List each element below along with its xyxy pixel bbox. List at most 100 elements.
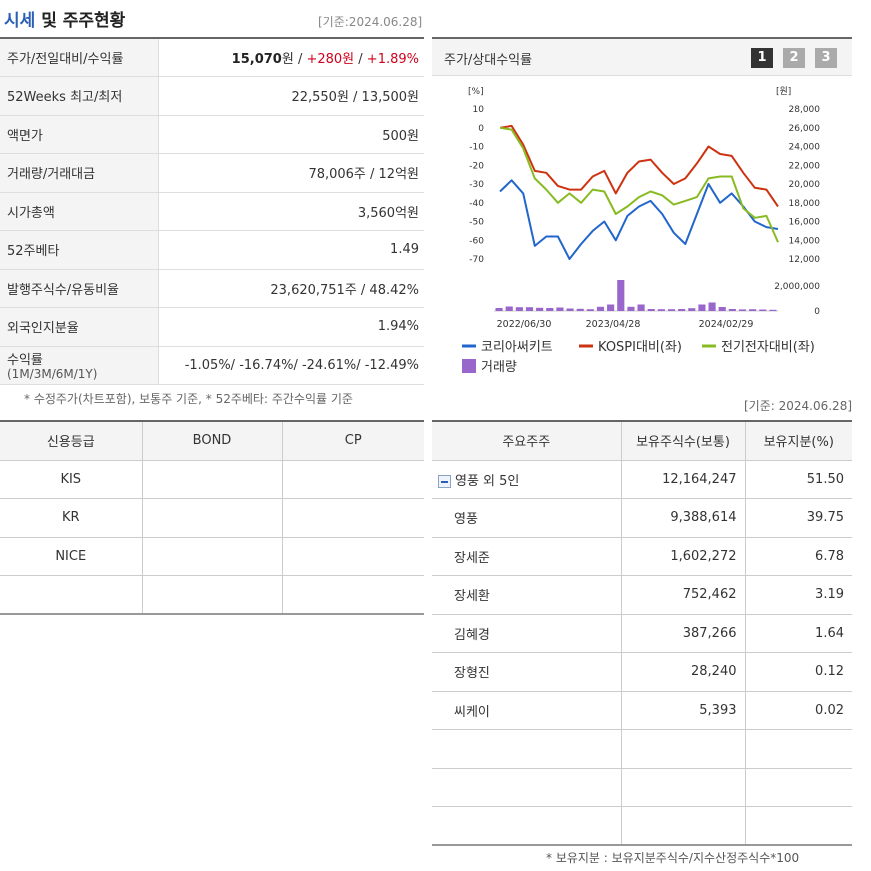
- table-cell: [142, 498, 283, 538]
- x-tick-label: 2023/04/28: [586, 319, 641, 330]
- table-cell: KIS: [0, 460, 143, 499]
- table-row: 발행주식수/유동비율 23,620,751주 / 48.42%: [0, 269, 424, 308]
- table-row: NICE: [0, 537, 424, 576]
- volume-bar: [515, 307, 523, 311]
- volume-bar: [637, 304, 645, 311]
- volume-bar: [546, 308, 554, 311]
- volume-bar: [749, 309, 757, 311]
- row-value: -1.05%/ -16.74%/ -24.61%/ -12.49%: [158, 346, 424, 385]
- shareholder-name: 장세환: [432, 575, 622, 615]
- y-right-tick-label: 12,000: [789, 255, 821, 265]
- shares-cell: 28,240: [621, 652, 746, 692]
- volume-bar: [495, 308, 503, 311]
- column-header: BOND: [142, 421, 283, 461]
- table-cell: [282, 460, 424, 499]
- y-left-tick-label: -60: [469, 236, 484, 246]
- table-row-group: 영풍 외 5인 12,164,247 51.50: [432, 460, 852, 499]
- y-left-tick-label: -20: [469, 161, 484, 171]
- row-value: 1.49: [158, 230, 424, 270]
- shareholder-group-name: 영풍 외 5인: [455, 473, 520, 489]
- base-date: [기준:2024.06.28]: [318, 15, 423, 29]
- shares-cell: 752,462: [621, 575, 746, 615]
- x-tick-label: 2022/06/30: [497, 319, 552, 330]
- column-header: CP: [282, 421, 424, 461]
- table-row: 영풍 9,388,614 39.75: [432, 498, 852, 538]
- shares-cell: [621, 768, 746, 807]
- column-header: 주요주주: [432, 421, 622, 461]
- volume-bar: [627, 306, 635, 311]
- page-title: 시세 및 주주현황: [4, 6, 125, 31]
- volume-bar: [728, 309, 736, 311]
- shares-cell: 9,388,614: [621, 498, 746, 538]
- table-row: 씨케이 5,393 0.02: [432, 691, 852, 730]
- table-row: 장세환 752,462 3.19: [432, 575, 852, 615]
- row-value: 78,006주 / 12억원: [158, 153, 424, 193]
- ratio-cell: [745, 806, 852, 846]
- shareholder-name: [432, 806, 622, 846]
- table-row: 주가/전일대비/수익률 15,070원 / +280원 / +1.89%: [0, 38, 424, 77]
- shares-cell: 5,393: [621, 691, 746, 730]
- shares-cell: 12,164,247: [621, 460, 746, 499]
- ratio-cell: [745, 768, 852, 807]
- x-tick-label: 2024/02/29: [699, 319, 754, 330]
- y-left-tick-label: 10: [473, 105, 485, 115]
- table-cell: [0, 575, 143, 615]
- ratio-cell: 0.12: [745, 652, 852, 692]
- price-note: * 수정주가(차트포함), 보통주 기준, * 52주베타: 주간수익률 기준: [24, 392, 353, 406]
- legend-label: 전기전자대비(좌): [721, 340, 815, 355]
- chart-tab-1[interactable]: 1: [751, 48, 773, 68]
- volume-bar: [678, 309, 686, 311]
- volume-bar: [657, 309, 665, 311]
- table-header-row: 신용등급 BOND CP: [0, 421, 424, 461]
- ratio-cell: 51.50: [745, 460, 852, 499]
- volume-bar: [576, 308, 584, 311]
- price-summary-table: 주가/전일대비/수익률 15,070원 / +280원 / +1.89% 52W…: [0, 37, 424, 385]
- legend-label: 코리아써키트: [481, 340, 553, 355]
- row-value: 23,620,751주 / 48.42%: [158, 269, 424, 308]
- shareholder-name: 장형진: [432, 652, 622, 692]
- volume-bar: [556, 307, 564, 311]
- row-value: 15,070원 / +280원 / +1.89%: [158, 38, 424, 77]
- chart-tab-2[interactable]: 2: [783, 48, 805, 68]
- table-cell: KR: [0, 498, 143, 538]
- volume-bar: [718, 307, 726, 311]
- returns-sublabel: (1M/3M/6M/1Y): [7, 367, 98, 382]
- row-value: 1.94%: [158, 307, 424, 347]
- table-cell: [282, 498, 424, 538]
- collapse-icon[interactable]: [438, 474, 451, 488]
- volume-bar: [586, 309, 594, 311]
- table-cell: [282, 537, 424, 576]
- shareholder-note: * 보유지분 : 보유지분주식수/지수산정주식수*100: [546, 851, 800, 865]
- left-axis-unit: [%]: [468, 87, 484, 97]
- shareholder-name: 씨케이: [432, 691, 622, 730]
- y-right-tick-label: 14,000: [789, 236, 821, 246]
- y-right-tick-label: 20,000: [789, 180, 821, 190]
- y-right-tick-label: 18,000: [789, 199, 821, 209]
- table-row: 액면가 500원: [0, 115, 424, 154]
- volume-bar: [536, 307, 544, 311]
- y-right-tick-label: 16,000: [789, 218, 821, 228]
- row-value: 3,560억원: [158, 192, 424, 231]
- volume-bar: [769, 309, 777, 311]
- price-value: 15,070: [231, 52, 282, 67]
- ratio-cell: 6.78: [745, 537, 852, 576]
- volume-tick-label: 2,000,000: [774, 282, 820, 292]
- volume-bar: [759, 309, 767, 311]
- y-left-tick-label: 0: [478, 124, 484, 134]
- series-line: [499, 124, 779, 208]
- shareholder-name: [432, 768, 622, 807]
- y-left-tick-label: -50: [469, 218, 484, 228]
- separator: /: [354, 52, 367, 67]
- row-label: 외국인지분율: [0, 307, 159, 347]
- y-left-tick-label: -30: [469, 180, 484, 190]
- y-left-tick-label: -40: [469, 199, 484, 209]
- table-row: 시가총액 3,560억원: [0, 192, 424, 231]
- chart-tab-3[interactable]: 3: [815, 48, 837, 68]
- table-row: 장형진 28,240 0.12: [432, 652, 852, 692]
- table-row: 장세준 1,602,272 6.78: [432, 537, 852, 576]
- table-row: 외국인지분율 1.94%: [0, 307, 424, 347]
- returns-label: 수익률: [7, 353, 43, 369]
- row-label: 거래량/거래대금: [0, 153, 159, 193]
- title-rest: 및 주주현황: [35, 11, 126, 31]
- volume-bar: [647, 309, 655, 311]
